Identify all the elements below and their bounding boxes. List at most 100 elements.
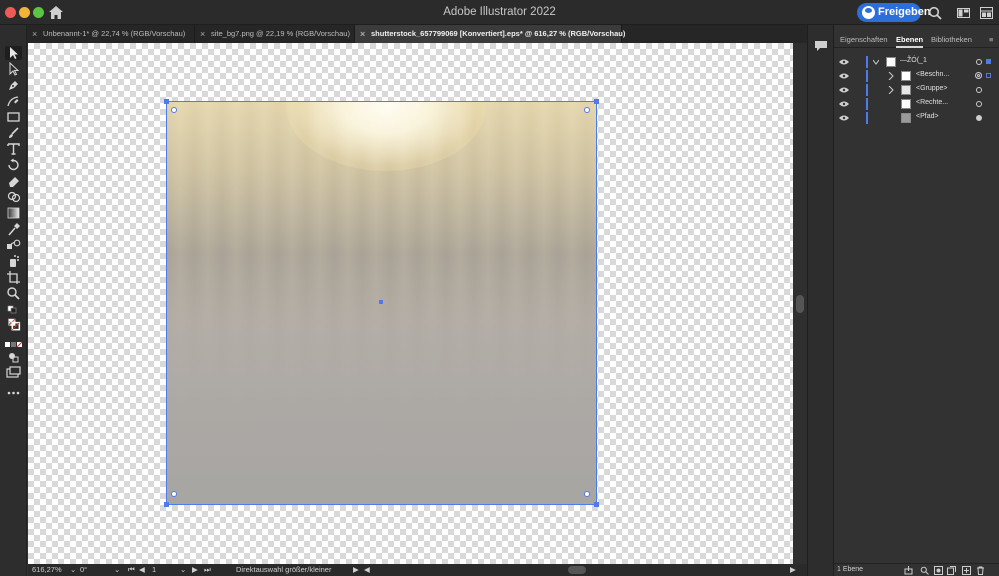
layer-name[interactable]: <Pfad>	[916, 113, 939, 120]
tab-document-2[interactable]: × site_bg7.png @ 22,19 % (RGB/Vorschau)	[195, 25, 355, 43]
center-point[interactable]	[379, 300, 383, 304]
zoom-tool[interactable]	[5, 286, 22, 300]
gradient-tool[interactable]	[5, 206, 22, 220]
rotation-value[interactable]: 0°	[80, 565, 87, 574]
scroll-right-icon[interactable]: ▶	[790, 565, 796, 574]
visibility-eye-icon[interactable]	[839, 101, 849, 107]
tab-label: site_bg7.png @ 22,19 % (RGB/Vorschau)	[211, 29, 350, 38]
workspace-switcher-icon[interactable]	[957, 8, 970, 18]
delete-layer-icon[interactable]	[976, 566, 985, 575]
screen-mode-icon[interactable]	[5, 366, 22, 380]
zoom-level[interactable]: 616,27%	[32, 565, 62, 574]
layer-row[interactable]: <Rechte...	[834, 97, 999, 111]
selection-indicator[interactable]	[986, 73, 991, 78]
scroll-left-icon[interactable]: ◀	[364, 565, 370, 574]
curvature-tool[interactable]	[5, 94, 22, 108]
corner-widget[interactable]	[171, 491, 177, 497]
rotate-tool[interactable]	[5, 158, 22, 172]
target-circle-icon[interactable]	[976, 59, 982, 65]
corner-widget[interactable]	[584, 107, 590, 113]
layer-name[interactable]: <Rechte...	[916, 99, 948, 106]
status-menu-icon[interactable]: ▶	[353, 565, 359, 574]
resize-handle[interactable]	[164, 99, 169, 104]
chevron-down-icon[interactable]: ⌄	[114, 565, 120, 574]
search-icon[interactable]	[928, 6, 942, 20]
vertical-scroll-thumb[interactable]	[796, 295, 804, 313]
close-tab-icon[interactable]: ×	[32, 25, 37, 43]
drawing-mode-icon[interactable]	[5, 350, 22, 364]
direct-selection-tool[interactable]	[5, 62, 22, 76]
visibility-eye-icon[interactable]	[839, 73, 849, 79]
target-circle-icon[interactable]	[976, 101, 982, 107]
rectangle-tool[interactable]	[5, 110, 22, 124]
user-icon	[862, 6, 875, 19]
blend-tool[interactable]	[5, 238, 22, 252]
horizontal-scroll-thumb[interactable]	[568, 566, 586, 574]
last-artboard-icon[interactable]: ⏭	[204, 565, 211, 575]
document-canvas[interactable]	[28, 43, 793, 564]
corner-widget[interactable]	[171, 107, 177, 113]
tab-libraries[interactable]: Bibliotheken	[931, 32, 972, 48]
tab-properties[interactable]: Eigenschaften	[840, 32, 888, 48]
color-mode-buttons[interactable]	[5, 338, 22, 348]
layer-row[interactable]: <Pfad>	[834, 111, 999, 125]
resize-handle[interactable]	[594, 502, 599, 507]
shape-builder-tool[interactable]	[5, 190, 22, 204]
chevron-down-icon[interactable]	[873, 58, 879, 66]
chevron-right-icon[interactable]	[888, 86, 894, 94]
eraser-tool[interactable]	[5, 174, 22, 188]
type-tool[interactable]	[5, 142, 22, 156]
visibility-eye-icon[interactable]	[839, 87, 849, 93]
previous-artboard-icon[interactable]: ◀	[139, 565, 145, 574]
layer-name[interactable]: —ŽÓ(_1	[900, 57, 927, 64]
collapsed-panel-strip	[807, 25, 833, 576]
share-button[interactable]: Freigeben	[857, 3, 931, 22]
layer-name[interactable]: <Beschn...	[916, 71, 949, 78]
vertical-scrollbar[interactable]	[793, 43, 807, 564]
paintbrush-tool[interactable]	[5, 126, 22, 140]
tab-document-3[interactable]: × shutterstock_657799069 [Konvertiert].e…	[355, 25, 625, 43]
selection-tool[interactable]	[5, 46, 22, 60]
next-artboard-icon[interactable]: ▶	[192, 565, 198, 574]
layer-row[interactable]: —ŽÓ(_1	[834, 55, 999, 69]
first-artboard-icon[interactable]: ⏮	[128, 565, 135, 575]
resize-handle[interactable]	[164, 502, 169, 507]
selection-indicator[interactable]	[986, 59, 991, 64]
fill-stroke-swatch[interactable]: ?	[5, 318, 22, 336]
corner-widget[interactable]	[584, 491, 590, 497]
arrange-documents-icon[interactable]	[980, 7, 993, 19]
artboard-tool[interactable]	[5, 270, 22, 284]
eyedropper-tool[interactable]	[5, 222, 22, 236]
panel-menu-icon[interactable]: ≡	[989, 32, 993, 48]
chevron-down-icon[interactable]: ⌄	[70, 565, 76, 574]
layer-row[interactable]: <Gruppe>	[834, 83, 999, 97]
target-circle-icon[interactable]	[976, 87, 982, 93]
resize-handle[interactable]	[594, 99, 599, 104]
layer-name[interactable]: <Gruppe>	[916, 85, 948, 92]
target-circle-icon[interactable]	[976, 115, 982, 121]
close-tab-icon[interactable]: ×	[200, 25, 205, 43]
pen-tool[interactable]	[5, 78, 22, 92]
export-icon[interactable]	[904, 566, 913, 575]
locate-object-icon[interactable]	[920, 566, 929, 575]
layer-color-bar	[866, 84, 868, 96]
more-tools-icon[interactable]	[5, 386, 22, 400]
layer-thumbnail	[901, 71, 911, 81]
artboard-number[interactable]: 1	[152, 565, 156, 574]
symbol-sprayer-tool[interactable]	[5, 254, 22, 268]
visibility-eye-icon[interactable]	[839, 59, 849, 65]
chevron-right-icon[interactable]	[888, 72, 894, 80]
layer-row[interactable]: <Beschn...	[834, 69, 999, 83]
target-circle-icon[interactable]	[975, 72, 982, 79]
tab-document-1[interactable]: × Unbenannt-1* @ 22,74 % (RGB/Vorschau)	[27, 25, 195, 43]
chevron-down-icon[interactable]: ⌄	[180, 565, 186, 574]
comments-icon[interactable]	[814, 40, 828, 52]
clipping-mask-icon[interactable]	[934, 566, 943, 575]
tab-label: Unbenannt-1* @ 22,74 % (RGB/Vorschau)	[43, 29, 186, 38]
new-layer-icon[interactable]	[962, 566, 971, 575]
tab-layers[interactable]: Ebenen	[896, 32, 924, 48]
new-sublayer-icon[interactable]	[947, 566, 956, 575]
visibility-eye-icon[interactable]	[839, 115, 849, 121]
close-tab-icon[interactable]: ×	[360, 25, 365, 43]
swap-colors-icon[interactable]	[5, 302, 22, 314]
